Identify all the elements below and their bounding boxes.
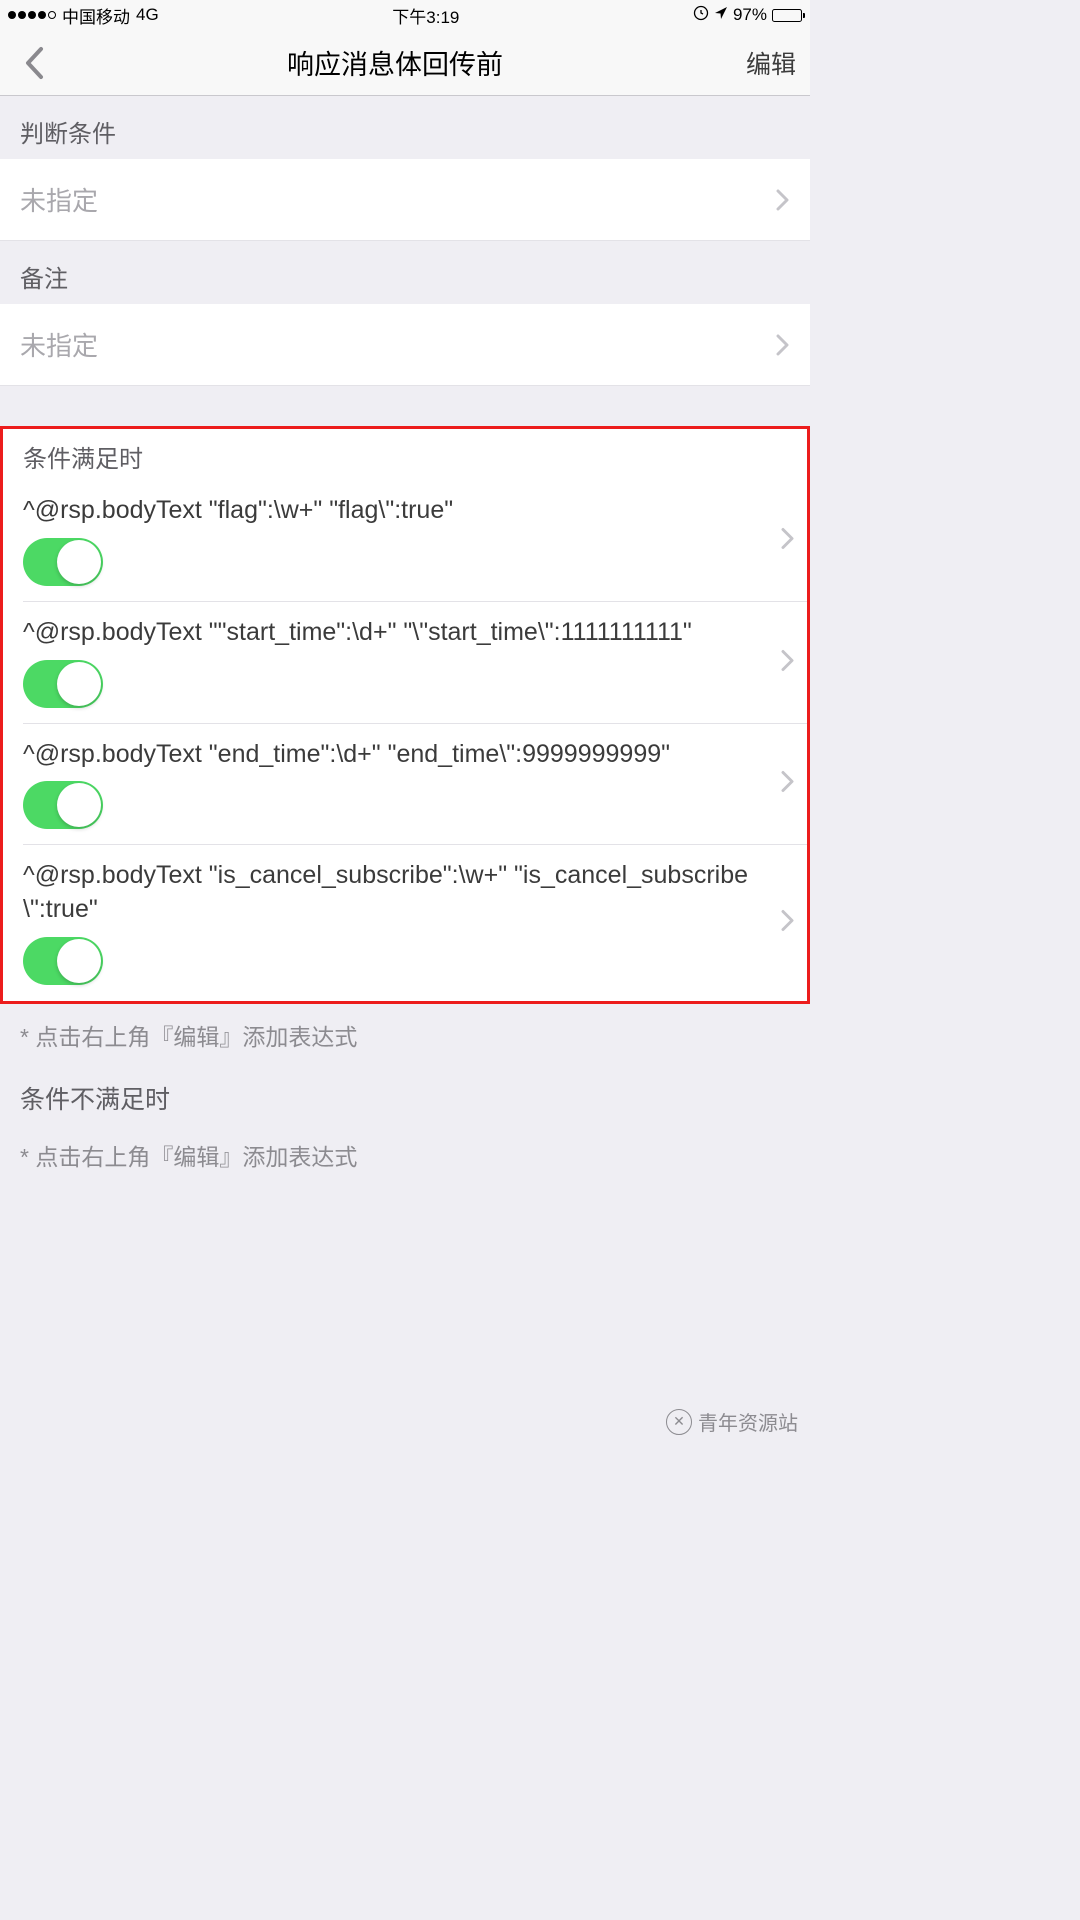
remark-cell[interactable]: 未指定 [0,304,810,386]
rule-text: ^@rsp.bodyText "is_cancel_subscribe":\w+… [23,859,787,927]
page-title: 响应消息体回传前 [54,43,736,82]
nav-bar: 响应消息体回传前 编辑 [0,30,810,96]
status-time: 下午3:19 [392,3,459,28]
watermark: ✕ 青年资源站 [666,1407,798,1436]
edit-button[interactable]: 编辑 [736,45,796,81]
rule-text: ^@rsp.bodyText "flag":\w+" "flag\":true" [23,494,787,528]
battery-icon [772,9,802,22]
condition-cell[interactable]: 未指定 [0,159,810,241]
status-left: 中国移动 4G [8,3,159,28]
remark-header: 备注 [0,241,810,304]
status-bar: 中国移动 4G 下午3:19 97% [0,0,810,30]
rules-highlighted-area: 条件满足时 ^@rsp.bodyText "flag":\w+" "flag\"… [0,426,810,1004]
chevron-right-icon [781,910,795,937]
chevron-right-icon [781,649,795,676]
rule-cell[interactable]: ^@rsp.bodyText "flag":\w+" "flag\":true" [3,480,807,602]
battery-percent: 97% [733,5,767,25]
hint-when-met: * 点击右上角『编辑』添加表达式 [0,1004,810,1060]
location-icon [714,5,728,25]
chevron-right-icon [776,334,790,356]
rule-text: ^@rsp.bodyText ""start_time":\d+" "\"sta… [23,616,787,650]
when-not-met-header: 条件不满足时 [0,1060,810,1124]
wechat-icon: ✕ [666,1409,692,1435]
rule-text: ^@rsp.bodyText "end_time":\d+" "end_time… [23,738,787,772]
signal-strength-icon [8,11,56,19]
rule-toggle[interactable] [23,660,103,708]
chevron-right-icon [781,527,795,554]
hint-when-not-met: * 点击右上角『编辑』添加表达式 [0,1124,810,1180]
rule-toggle[interactable] [23,538,103,586]
condition-value: 未指定 [20,181,98,218]
chevron-right-icon [781,771,795,798]
back-button[interactable] [14,43,54,83]
chevron-left-icon [23,46,45,80]
status-right: 97% [693,5,802,26]
rule-cell[interactable]: ^@rsp.bodyText ""start_time":\d+" "\"sta… [3,602,807,724]
rule-toggle[interactable] [23,781,103,829]
chevron-right-icon [776,189,790,211]
network-label: 4G [136,5,159,25]
watermark-text: 青年资源站 [698,1407,798,1436]
when-met-header: 条件满足时 [3,429,807,480]
condition-header: 判断条件 [0,96,810,159]
rule-cell[interactable]: ^@rsp.bodyText "is_cancel_subscribe":\w+… [3,845,807,1001]
carrier-label: 中国移动 [62,3,130,28]
lock-rotation-icon [693,5,709,26]
rule-toggle[interactable] [23,937,103,985]
remark-value: 未指定 [20,326,98,363]
rule-cell[interactable]: ^@rsp.bodyText "end_time":\d+" "end_time… [3,724,807,846]
